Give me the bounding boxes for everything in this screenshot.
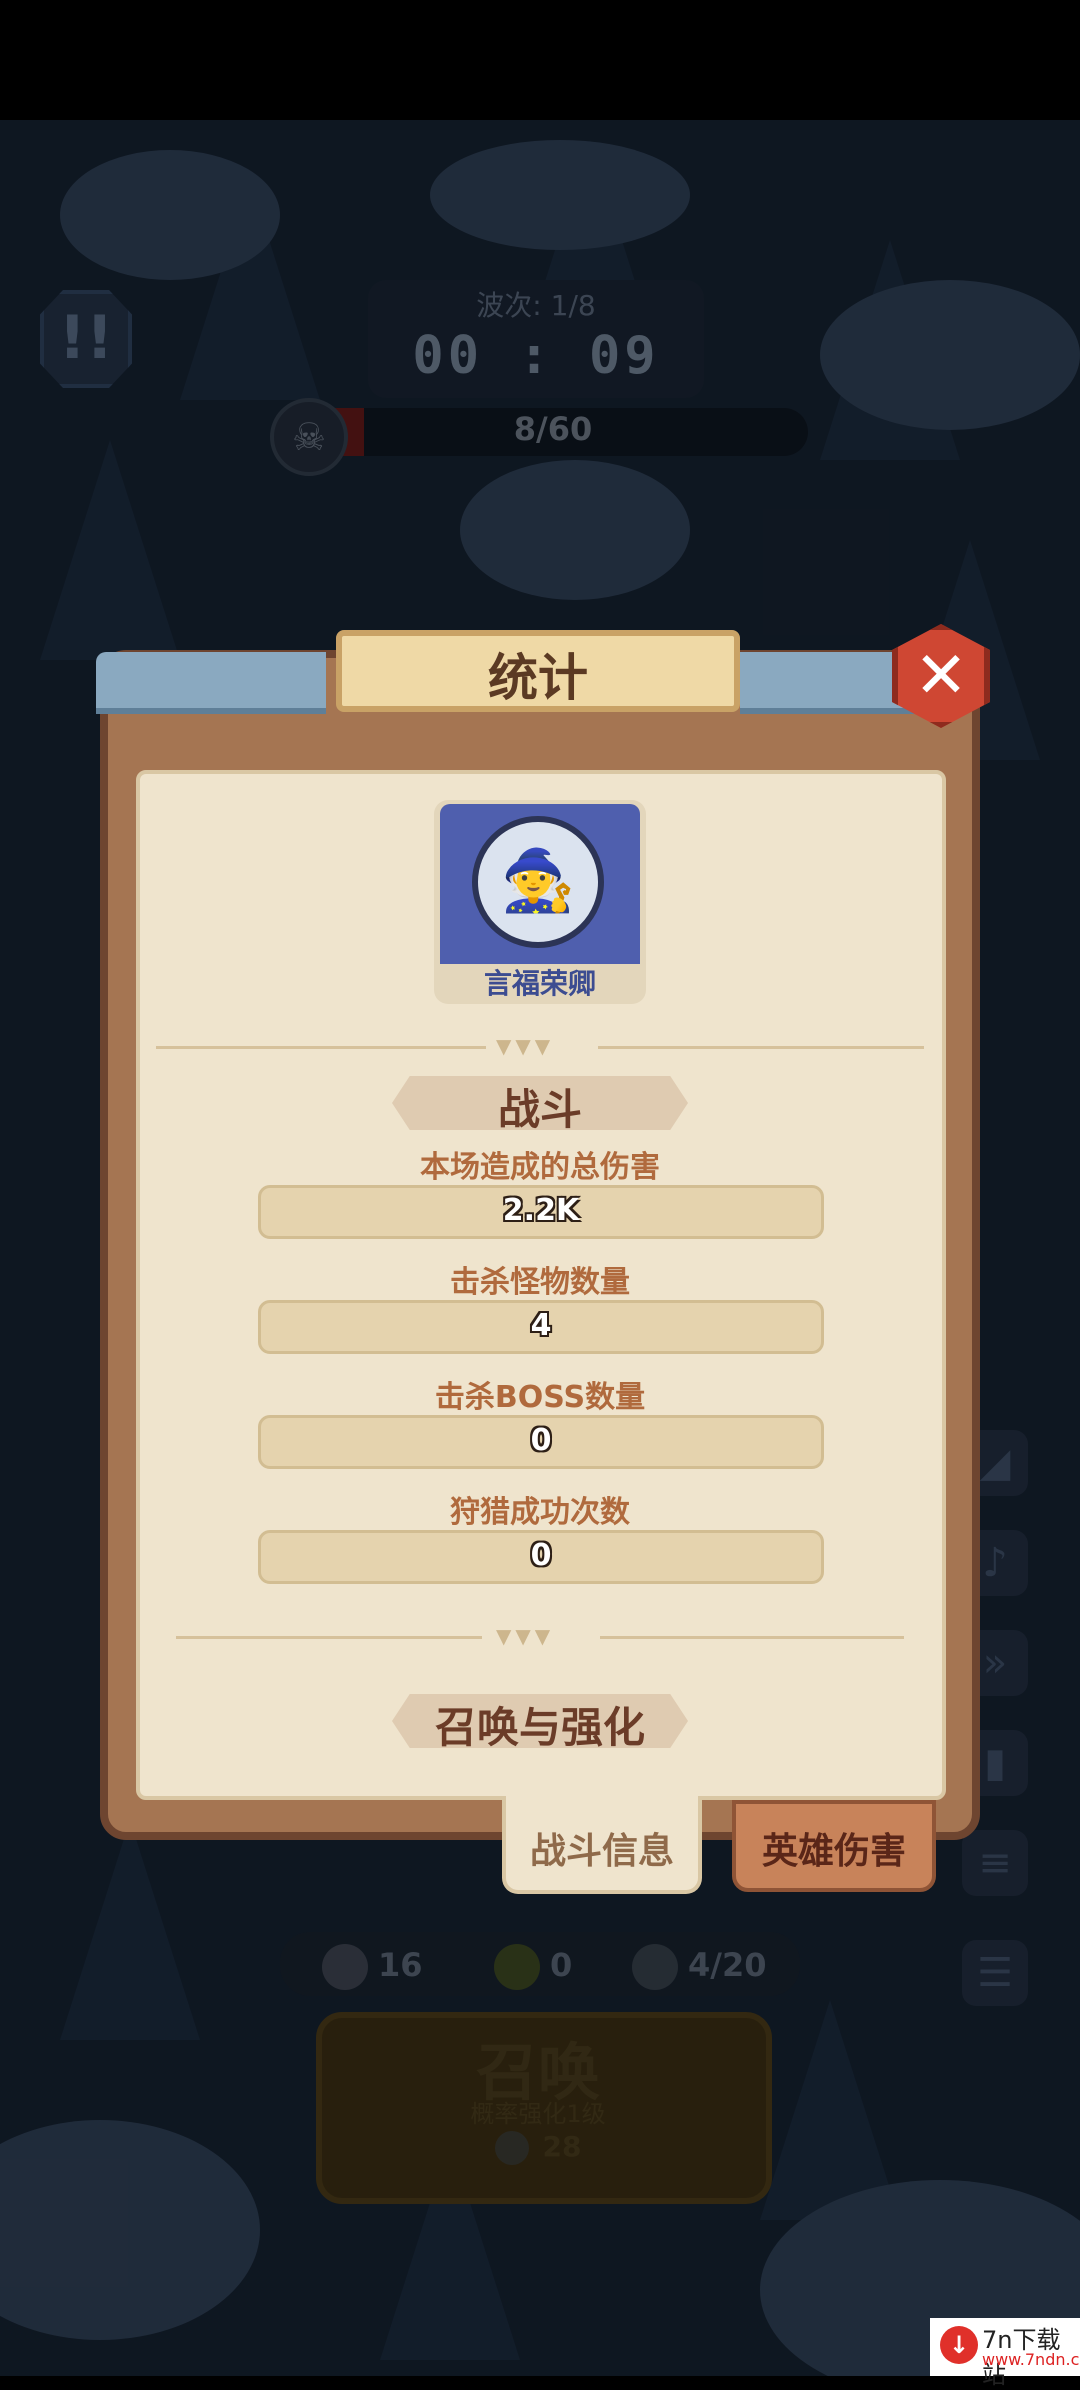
- section-title-summon: 召唤与强化: [434, 1703, 645, 1752]
- divider: [598, 1046, 924, 1049]
- hero-name: 言福荣卿: [483, 967, 596, 1000]
- divider: [600, 1636, 904, 1639]
- hero-avatar: 🧙: [472, 816, 604, 948]
- stat-value: 0: [530, 1423, 552, 1458]
- watermark-url: www.7ndn.com: [982, 2350, 1080, 2369]
- divider: [176, 1636, 482, 1639]
- stat-label: 击杀BOSS数量: [434, 1380, 646, 1415]
- dialog-title: 统计: [488, 649, 588, 707]
- download-icon: ↓: [940, 2326, 978, 2364]
- section-title-battle: 战斗: [497, 1085, 582, 1134]
- tab-hero-damage-label: 英雄伤害: [761, 1831, 906, 1872]
- tab-battle-info-label: 战斗信息: [529, 1831, 674, 1872]
- divider: [156, 1046, 486, 1049]
- divider-ornament: ▼▼▼: [496, 1624, 555, 1648]
- stat-value: 0: [530, 1538, 552, 1573]
- stat-label: 本场造成的总伤害: [420, 1150, 660, 1185]
- stat-value: 4: [530, 1308, 552, 1343]
- close-icon: ✕: [914, 639, 968, 713]
- stat-label: 击杀怪物数量: [450, 1265, 630, 1300]
- divider-ornament: ▼▼▼: [496, 1034, 555, 1058]
- ice-trim-decoration: [96, 652, 326, 714]
- stat-value: 2.2K: [502, 1193, 580, 1228]
- stat-label: 狩猎成功次数: [450, 1495, 630, 1530]
